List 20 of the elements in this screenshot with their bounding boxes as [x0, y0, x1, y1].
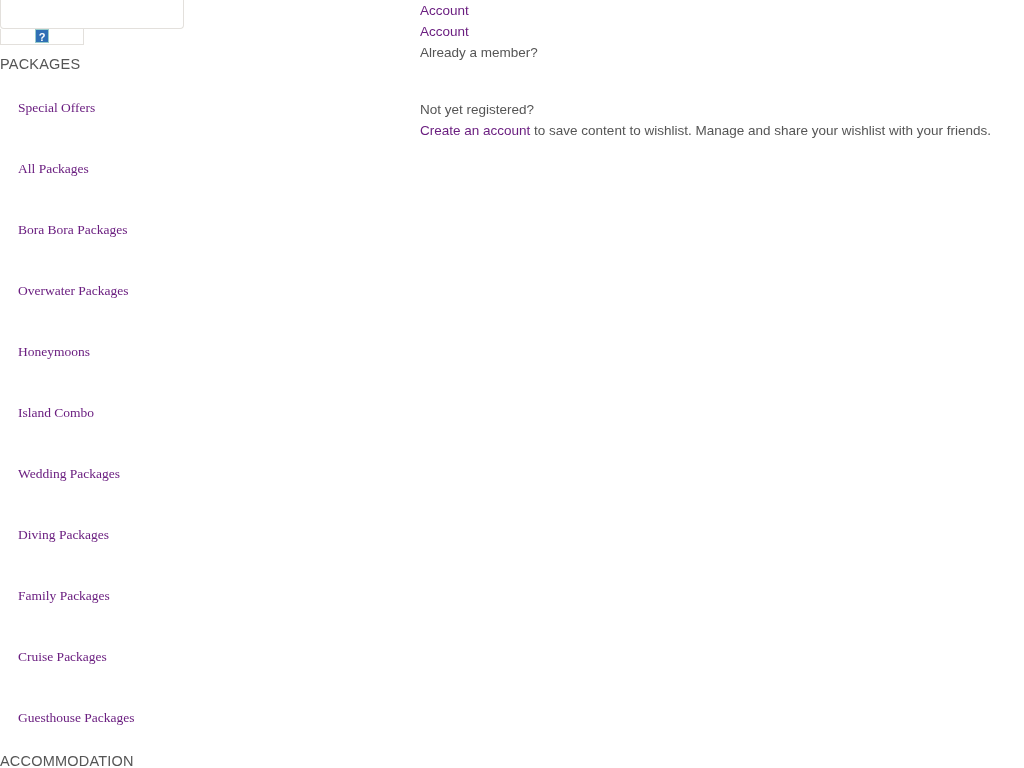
sidebar-link[interactable]: Cruise Packages	[18, 648, 107, 666]
sidebar-link[interactable]: Wedding Packages	[18, 465, 120, 483]
sidebar-link[interactable]: Island Combo	[18, 404, 95, 422]
sidebar-link[interactable]: All Packages	[18, 160, 89, 178]
member-prompt: Already a member?	[420, 44, 539, 62]
help-icon[interactable]: ?	[35, 29, 49, 43]
sidebar-link[interactable]: Bora Bora Packages	[18, 221, 128, 239]
account-link[interactable]: Account	[420, 3, 469, 18]
sidebar-link[interactable]: Guesthouse Packages	[18, 709, 135, 727]
register-prompt: Not yet registered?	[420, 101, 536, 119]
sidebar-link[interactable]: Honeymoons	[18, 343, 90, 361]
section-heading: ACCOMMODATION	[0, 752, 135, 768]
create-account-link[interactable]: Create an account	[420, 123, 531, 138]
sidebar-link[interactable]: Family Packages	[18, 587, 110, 605]
sidebar-link[interactable]: Overwater Packages	[18, 282, 129, 300]
section-heading: PACKAGES	[0, 55, 82, 73]
sidebar-link[interactable]: Diving Packages	[18, 526, 110, 544]
sidebar-link[interactable]: Special Offers	[18, 99, 96, 117]
account-link[interactable]: Account	[420, 24, 469, 39]
wishlist-text: Create an account to save content to wishlist. Manage and share your wishlist with your friends.	[420, 122, 992, 140]
